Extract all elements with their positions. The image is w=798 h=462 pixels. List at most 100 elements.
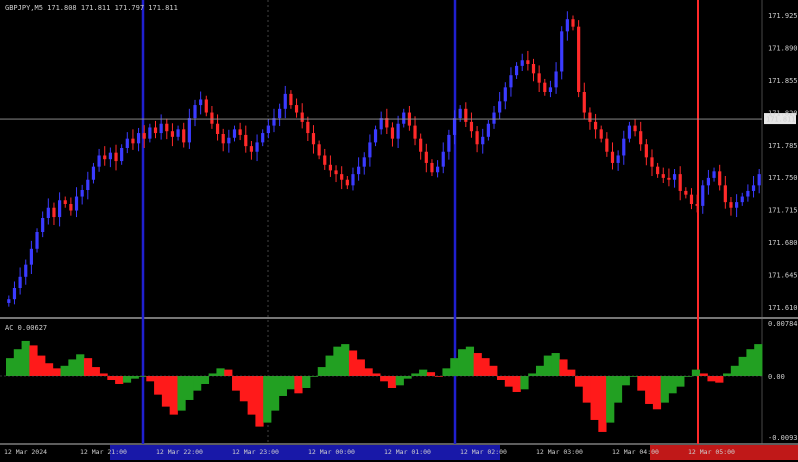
candle-body <box>718 171 722 186</box>
ac-histogram-bar <box>348 350 358 376</box>
ac-histogram-bar <box>489 365 498 376</box>
candle-body <box>323 155 327 165</box>
candle-body <box>69 204 73 211</box>
candle-body <box>204 99 208 113</box>
candle-body <box>492 112 496 124</box>
candle-body <box>373 129 378 143</box>
ac-histogram-bar <box>535 365 545 376</box>
ac-histogram-bar <box>458 349 467 376</box>
ac-histogram-bar <box>715 376 724 383</box>
candle-body <box>633 125 637 132</box>
candle-body <box>577 26 581 93</box>
ac-histogram-bar <box>395 376 404 386</box>
ac-histogram-bar <box>372 373 381 376</box>
price-axis-label: 171.715 <box>768 207 798 215</box>
candle-body <box>486 123 490 137</box>
candle-body <box>464 108 468 122</box>
ac-histogram-bar <box>598 376 607 432</box>
candle-body <box>661 174 665 178</box>
candle-body <box>520 60 524 66</box>
ac-histogram-bar <box>208 373 217 376</box>
ac-histogram-bar <box>613 376 623 403</box>
price-axis-label: 171.855 <box>768 77 798 85</box>
candle-body <box>684 190 688 195</box>
candle-body <box>136 133 141 144</box>
ac-histogram-bar <box>99 373 108 376</box>
candle-body <box>300 112 304 122</box>
ac-histogram-bar <box>699 373 708 376</box>
ac-histogram-bar <box>403 376 412 379</box>
ac-histogram-bar <box>645 376 654 404</box>
ac-histogram-bar <box>738 356 747 376</box>
ac-histogram-bar <box>122 376 132 383</box>
candle-body <box>283 93 287 109</box>
trading-chart[interactable]: 171.811 171.925 171.890 171.855 171.820 171.7… <box>0 0 798 462</box>
candle-body <box>289 93 293 106</box>
candle-body <box>345 179 349 186</box>
indicator-label: AC 0.00627 <box>5 324 47 332</box>
ac-histogram-bar <box>270 376 280 411</box>
time-axis-label: 12 Mar 00:00 <box>308 448 355 456</box>
candle-body <box>554 71 558 88</box>
ac-histogram-bar <box>341 344 350 376</box>
price-axis-label: 171.925 <box>768 12 798 20</box>
price-axis-label: 171.750 <box>768 174 798 182</box>
candle-body <box>622 138 626 156</box>
ac-histogram-bar <box>177 376 186 411</box>
candle-body <box>221 134 225 144</box>
candle-body <box>503 87 507 102</box>
ac-histogram-bar <box>44 363 54 376</box>
ac-histogram-bar <box>200 376 210 384</box>
time-axis-label: 12 Mar 2024 <box>4 448 47 456</box>
time-axis-label: 12 Mar 21:00 <box>80 448 127 456</box>
ac-histogram-bar <box>730 365 740 376</box>
ac-histogram-bar <box>504 376 513 387</box>
candle-body <box>740 196 744 203</box>
price-chart-canvas[interactable]: 171.811171.925171.890171.855171.820171.7… <box>0 0 798 462</box>
ac-histogram-bar <box>497 376 506 380</box>
candle-body <box>97 155 101 167</box>
candle-body <box>565 19 569 32</box>
candle-body <box>244 134 248 147</box>
candle-body <box>227 137 231 144</box>
ac-histogram-bar <box>723 373 732 376</box>
price-axis-label: 171.610 <box>768 304 798 312</box>
ac-histogram-bar <box>465 346 475 376</box>
candle-body <box>514 65 519 76</box>
candle-body <box>114 152 118 162</box>
ac-histogram-bar <box>317 367 326 376</box>
ac-histogram-bar <box>707 376 716 382</box>
candle-body <box>46 207 50 218</box>
candle-body <box>390 127 395 139</box>
ac-histogram-bar <box>590 376 599 420</box>
candle-body <box>537 73 541 83</box>
ac-histogram-bar <box>637 376 646 391</box>
ac-histogram-bar <box>107 376 116 380</box>
ac-histogram-bar <box>582 376 591 403</box>
candle-body <box>249 146 254 152</box>
ac-histogram-bar <box>239 376 249 402</box>
candle-body <box>413 125 417 139</box>
candle-body <box>689 194 694 204</box>
price-axis-label: 171.890 <box>768 44 798 52</box>
ac-histogram-bar <box>380 376 389 382</box>
candle-body <box>452 118 457 135</box>
ac-histogram-bar <box>411 373 420 376</box>
candle-body <box>182 129 186 143</box>
candle-body <box>278 108 282 119</box>
candle-body <box>86 179 90 190</box>
candle-body <box>142 133 146 139</box>
candle-body <box>701 185 705 206</box>
candle-body <box>469 121 474 132</box>
candle-body <box>706 177 711 186</box>
ac-axis-label: 0.00 <box>768 373 785 381</box>
ac-histogram-bar <box>567 369 576 376</box>
candle-body <box>498 101 502 113</box>
candle-body <box>509 75 513 88</box>
candle-body <box>131 138 135 144</box>
candle-body <box>199 99 203 106</box>
time-axis-label: 12 Mar 02:00 <box>460 448 507 456</box>
candle-body <box>560 31 564 72</box>
ac-histogram-bar <box>130 376 139 379</box>
ac-histogram-bar <box>364 368 373 376</box>
